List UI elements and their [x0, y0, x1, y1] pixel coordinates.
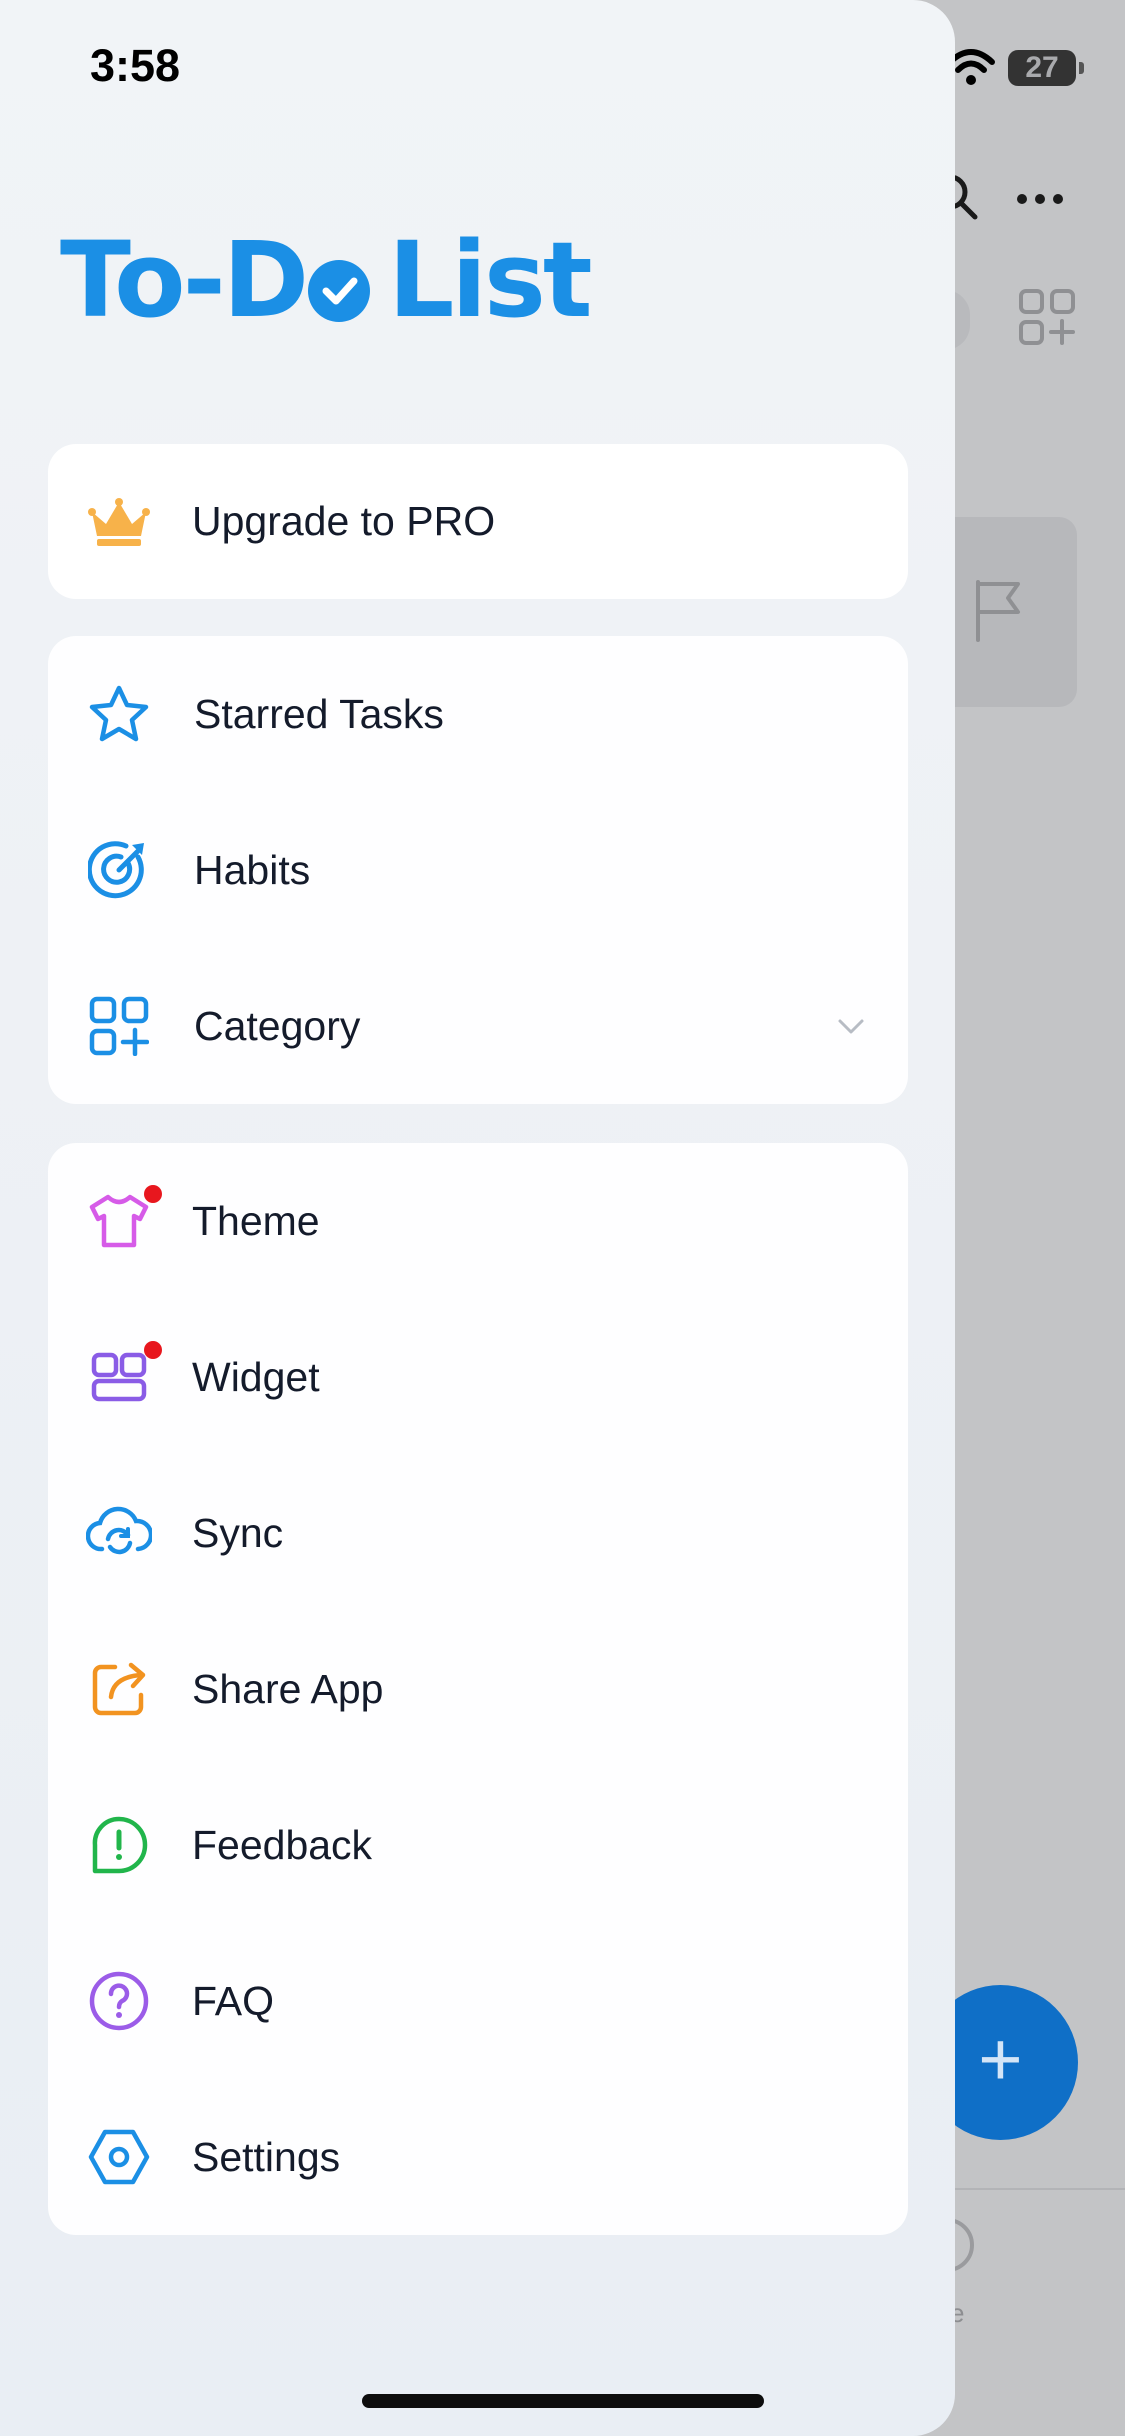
menu-item-sync[interactable]: Sync — [48, 1455, 908, 1611]
more-menu-card: Theme Widget Sync Share App Feedback FAQ… — [48, 1143, 908, 2235]
crown-icon — [86, 489, 152, 555]
upgrade-card[interactable]: Upgrade to PRO — [48, 444, 908, 599]
cloud-sync-icon — [86, 1500, 152, 1566]
more-icon[interactable] — [1015, 192, 1065, 206]
notification-badge — [144, 1185, 162, 1203]
app-title-part2: List — [388, 219, 593, 341]
menu-item-habits[interactable]: Habits — [48, 792, 908, 948]
menu-label: FAQ — [192, 1977, 275, 2024]
check-circle-icon — [308, 260, 371, 322]
menu-label: Starred Tasks — [194, 690, 444, 737]
battery-icon: 27 — [1008, 50, 1076, 86]
battery-tip — [1079, 62, 1084, 74]
feedback-icon — [86, 1812, 152, 1878]
menu-label: Sync — [192, 1509, 284, 1556]
menu-label: Category — [194, 1002, 361, 1049]
question-icon — [86, 1968, 152, 2034]
tshirt-icon — [86, 1188, 152, 1254]
menu-label: Feedback — [192, 1821, 373, 1868]
menu-label: Share App — [192, 1665, 384, 1712]
flag-icon — [976, 580, 1020, 642]
chevron-down-icon[interactable] — [836, 1011, 866, 1041]
menu-label: Settings — [192, 2133, 341, 2180]
menu-item-widget[interactable]: Widget — [48, 1299, 908, 1455]
star-icon — [86, 681, 152, 747]
menu-label: Theme — [192, 1197, 320, 1244]
app-title-part1: To-D — [60, 219, 309, 341]
menu-item-starred-tasks[interactable]: Starred Tasks — [48, 636, 908, 792]
menu-item-theme[interactable]: Theme — [48, 1143, 908, 1299]
menu-item-faq[interactable]: FAQ — [48, 1923, 908, 2079]
share-icon — [86, 1656, 152, 1722]
widget-icon — [86, 1344, 152, 1410]
notification-badge — [144, 1341, 162, 1359]
category-grid-icon — [86, 993, 152, 1059]
menu-item-settings[interactable]: Settings — [48, 2079, 908, 2235]
home-indicator[interactable] — [362, 2394, 764, 2408]
menu-item-feedback[interactable]: Feedback — [48, 1767, 908, 1923]
upgrade-to-pro-item[interactable]: Upgrade to PRO — [48, 444, 908, 599]
status-time: 3:58 — [90, 40, 181, 91]
target-icon — [86, 837, 152, 903]
upgrade-label: Upgrade to PRO — [192, 498, 496, 544]
menu-label: Widget — [192, 1353, 320, 1400]
menu-item-share-app[interactable]: Share App — [48, 1611, 908, 1767]
settings-icon — [86, 2124, 152, 2190]
menu-item-category[interactable]: Category — [48, 948, 908, 1104]
category-grid-icon[interactable] — [1018, 288, 1076, 346]
main-menu-card: Starred Tasks Habits Category — [48, 636, 908, 1104]
app-logo: To-D List — [60, 219, 593, 341]
menu-label: Habits — [194, 846, 311, 893]
side-drawer: 3:58 To-D List Upgrade to PRO Starred Ta… — [0, 0, 955, 2436]
